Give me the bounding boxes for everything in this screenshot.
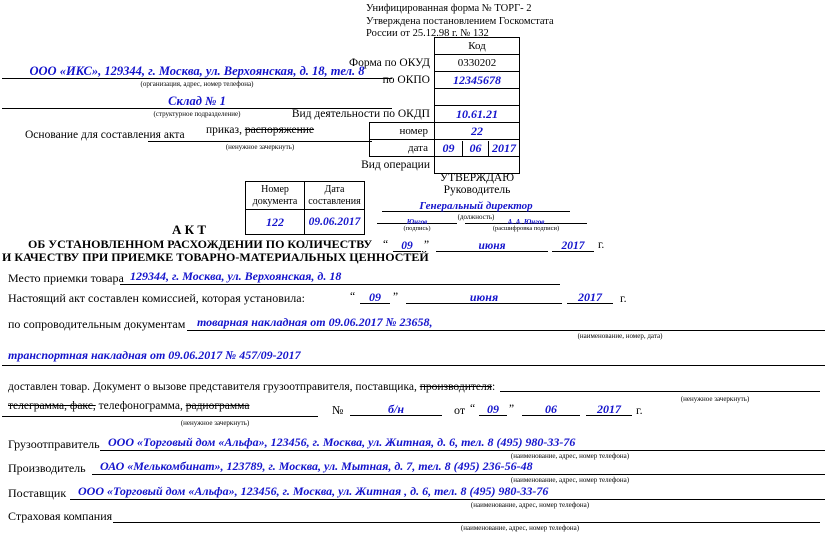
supplier-value-line: ООО «Торговый дом «Альфа», 123456, г. Мо… [70,482,825,500]
form-header: Унифицированная форма № ТОРГ- 2 Утвержде… [366,3,554,41]
approve-signature-caption: (подпись) [377,225,457,232]
message-month-line: 06 [522,400,580,416]
commission-quote-close: ” [393,291,398,303]
approve-position-line: Генеральный директор [382,196,570,212]
approve-year-line: 2017 [552,236,594,252]
nomer-label-cell: номер [369,122,435,140]
delivered-caption: (ненужное зачеркнуть) [610,395,820,403]
doc-date-value: 09.06.2017 [304,209,365,235]
vid-operacii-label: Вид операции [280,159,430,171]
organization-caption: (организация, адрес, номер телефона) [2,80,392,88]
date-value-cell: 09 06 2017 [434,139,520,157]
producer-value: ОАО «Мелькомбинат», 123789, г. Москва, у… [100,459,533,473]
message-number-label: № [332,403,343,418]
torg2-form-page: Унифицированная форма № ТОРГ- 2 Утвержде… [0,0,825,537]
empty-code-cell [434,88,520,106]
code-table-kod-header: Код [434,37,520,55]
producer-label: Производитель [8,461,86,476]
message-year-suffix: г. [636,403,643,418]
doc-number-value: 122 [245,209,305,235]
delivered-struck: производителя [420,381,492,393]
division-caption: (структурное подразделение) [2,110,392,118]
division-value: Склад № 1 [168,94,226,108]
form-header-line2: Утверждена постановлением Госкомстата [366,16,554,29]
accompanying-value: товарная накладная от 09.06.2017 № 23658… [197,315,433,329]
commission-day-line: 09 [360,288,390,304]
shipper-value: ООО «Торговый дом «Альфа», 123456, г. Мо… [108,435,575,449]
message-plain: телефонограмма, [99,400,183,412]
commission-year-line: 2017 [567,288,613,304]
delivered-blank-line [500,377,820,392]
message-struck1: телеграмма, факс, [8,400,96,412]
supplier-label: Поставщик [8,486,66,501]
doc-number-header: Номер документа [245,181,305,210]
basis-value-struck: распоряжение [245,124,314,136]
message-day-line: 09 [479,400,507,416]
approve-role: Руководитель [388,184,566,196]
transport-value-line: транспортная накладная от 09.06.2017 № 4… [2,346,825,366]
okpo-value-cell: 12345678 [434,71,520,89]
doc-date-header: Дата составления [304,181,365,210]
approve-name-caption: (расшифровка подписи) [465,225,587,232]
place-label: Место приемки товара [8,271,124,286]
date-day: 09 [435,141,462,156]
organization-line: ООО «ИКС», 129344, г. Москва, ул. Верхоя… [2,62,392,79]
approve-title: УТВЕРЖДАЮ [388,172,566,184]
approve-year-suffix: г. [598,239,604,251]
okdp-value-cell: 10.61.21 [434,105,520,123]
insurance-label: Страховая компания [8,509,112,524]
data-label-cell: дата [369,139,435,157]
basis-value-plain: приказ, [206,124,242,136]
accompanying-caption: (наименование, номер, дата) [420,332,820,340]
accompanying-label: по сопроводительным документам [8,317,185,332]
commission-quote-open: “ [350,291,355,303]
shipper-value-line: ООО «Торговый дом «Альфа», 123456, г. Мо… [100,433,825,451]
approve-month-line: июня [436,236,548,252]
number-value-cell: 22 [434,122,520,140]
form-header-line1: Унифицированная форма № ТОРГ- 2 [366,3,554,16]
transport-value: транспортная накладная от 09.06.2017 № 4… [8,348,301,362]
supplier-value: ООО «Торговый дом «Альфа», 123456, г. Мо… [78,484,548,498]
organization-value: ООО «ИКС», 129344, г. Москва, ул. Верхоя… [29,64,364,78]
producer-value-line: ОАО «Мелькомбинат», 123789, г. Москва, у… [92,457,825,475]
commission-year-suffix: г. [620,291,627,306]
division-line: Склад № 1 [2,92,392,109]
delivered-text: доставлен товар. Документ о вызове предс… [8,381,495,393]
message-number-value: б/н [388,402,404,416]
date-year: 2017 [489,141,519,156]
basis-value-line: приказ, распоряжение [148,124,372,142]
message-struck2: радиограмма [186,400,250,412]
message-quote-open: “ [470,403,475,415]
place-value: 129344, г. Москва, ул. Верхоянская, д. 1… [130,269,341,283]
act-title: А К Т [172,222,206,238]
approve-signature-line: Юнгов [377,211,457,224]
commission-label: Настоящий акт составлен комиссией, котор… [8,291,305,306]
okud-value-cell: 0330202 [434,54,520,72]
message-quote-close: ” [509,403,514,415]
approve-name-line: А. А. Юнгов [465,211,587,224]
message-words-line: телеграмма, факс, телефонограмма, радиог… [2,400,318,417]
accompanying-value-line: товарная накладная от 09.06.2017 № 23658… [187,313,825,331]
insurance-blank-line [113,505,820,523]
shipper-label: Грузоотправитель [8,437,100,452]
message-from-label: от [454,403,465,418]
message-number-line: б/н [350,400,442,416]
basis-caption: (ненужное зачеркнуть) [148,143,372,151]
message-year-line: 2017 [586,400,632,416]
insurance-caption: (наименование, адрес, номер телефона) [320,524,720,532]
place-value-line: 129344, г. Москва, ул. Верхоянская, д. 1… [120,267,560,285]
act-subtitle-line2: И КАЧЕСТВУ ПРИ ПРИЕМКЕ ТОВАРНО-МАТЕРИАЛЬ… [2,250,429,265]
message-caption: (ненужное зачеркнуть) [110,419,320,427]
commission-month-line: июня [406,288,562,304]
date-month: 06 [462,141,489,156]
